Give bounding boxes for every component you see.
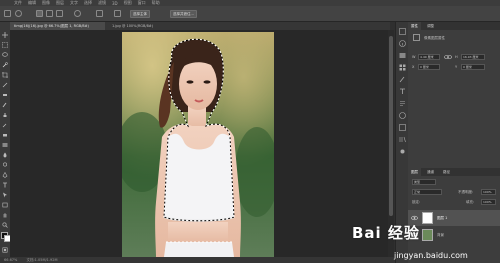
link-icon[interactable] — [444, 54, 452, 60]
enhance-edge-checkbox[interactable] — [114, 10, 121, 17]
fill-field[interactable]: 100% — [481, 199, 496, 205]
tab-paths[interactable]: 路径 — [440, 168, 453, 176]
eyedropper-tool-icon[interactable] — [2, 82, 8, 88]
h-label: H — [455, 55, 458, 59]
tab-properties[interactable]: 属性 — [408, 22, 421, 30]
paragraph-icon[interactable] — [399, 100, 406, 107]
zoom-level[interactable]: 66.67% — [4, 258, 17, 262]
properties-section-title: 像素图层属性 — [424, 36, 445, 40]
move-tool-icon[interactable] — [2, 32, 8, 38]
portrait-photo — [122, 32, 274, 257]
tab-label: 图层 — [411, 170, 418, 174]
x-label: X — [412, 65, 415, 69]
document-tab-inactive[interactable]: 1.jpg @ 100%(RGB/8#) — [108, 22, 178, 30]
lock-label: 锁定: — [412, 200, 421, 204]
brush-size-icon[interactable] — [74, 10, 81, 17]
select-and-mask-button[interactable]: 选择并遮住... — [170, 10, 197, 18]
menu-item[interactable]: 3D — [112, 1, 118, 6]
layer-thumbnail — [422, 229, 433, 241]
right-panel: 属性 调整 像素图层属性 W 4.40 厘米 H 16.93 厘米 X 0 厘米… — [408, 22, 500, 263]
document-tab-title: timg(16)(16).jpg @ 66.7%(图层 1, RGB/8#) — [14, 24, 89, 28]
fill-label: 填充: — [466, 200, 475, 204]
layer-row[interactable]: 背景 — [408, 227, 500, 243]
blur-tool-icon[interactable] — [2, 152, 8, 158]
properties-tabs: 属性 调整 — [408, 22, 500, 30]
layer-kind-filter[interactable]: 类型 — [412, 179, 436, 185]
quick-select-tool-icon[interactable] — [15, 10, 22, 17]
home-icon[interactable] — [4, 10, 11, 17]
sample-all-layers-checkbox[interactable] — [96, 10, 103, 17]
opacity-field[interactable]: 100% — [481, 189, 496, 195]
layer-row-selected[interactable]: 图层 1 — [408, 210, 500, 226]
type-tool-icon[interactable] — [2, 182, 8, 188]
baidu-watermark-logo: Bai 经验 — [352, 224, 420, 242]
lasso-tool-icon[interactable] — [2, 52, 8, 58]
scrollbar-thumb[interactable] — [389, 36, 393, 216]
tab-adjustments[interactable]: 调整 — [424, 22, 437, 30]
document-info: 文档:1.05M/1.92M — [26, 258, 58, 262]
crop-tool-icon[interactable] — [2, 72, 8, 78]
info-icon[interactable] — [399, 40, 406, 47]
gradient-tool-icon[interactable] — [2, 142, 8, 148]
quick-mask-icon[interactable] — [2, 247, 8, 253]
history-icon[interactable] — [399, 28, 406, 35]
height-field[interactable]: 16.93 厘米 — [461, 54, 485, 60]
character-icon[interactable] — [399, 88, 406, 95]
y-field[interactable]: 0 厘米 — [461, 64, 485, 70]
dodge-tool-icon[interactable] — [2, 162, 8, 168]
visibility-eye-icon[interactable] — [411, 215, 418, 221]
tab-label: 调整 — [427, 24, 434, 28]
layers-tabs: 图层 通道 路径 — [408, 168, 500, 176]
properties-icon[interactable] — [399, 148, 406, 155]
tab-layers[interactable]: 图层 — [408, 168, 421, 176]
brush-tool-icon[interactable] — [2, 102, 8, 108]
layer-name: 图层 1 — [437, 216, 448, 220]
pixel-layer-icon — [413, 34, 420, 41]
libraries-icon[interactable] — [399, 136, 406, 143]
opacity-label: 不透明度: — [458, 190, 474, 194]
subtract-from-selection-icon[interactable] — [56, 10, 63, 17]
select-subject-button[interactable]: 选择主体 — [130, 10, 150, 18]
y-label: Y — [455, 65, 458, 69]
new-selection-icon[interactable] — [36, 10, 43, 17]
pen-tool-icon[interactable] — [2, 172, 8, 178]
clone-stamp-tool-icon[interactable] — [2, 112, 8, 118]
options-bar: 选择主体 选择并遮住... — [0, 6, 500, 22]
status-bar: 66.67% 文档:1.05M/1.92M — [0, 257, 400, 263]
watermark-url: jingyan.baidu.com — [394, 251, 468, 260]
tab-label: 路径 — [443, 170, 450, 174]
photo-canvas[interactable] — [122, 32, 274, 257]
layer-thumbnail — [422, 212, 433, 224]
rectangle-tool-icon[interactable] — [2, 202, 8, 208]
path-selection-tool-icon[interactable] — [2, 192, 8, 198]
eraser-tool-icon[interactable] — [2, 132, 8, 138]
tab-label: 通道 — [427, 170, 434, 174]
width-field[interactable]: 4.40 厘米 — [418, 54, 440, 60]
hand-tool-icon[interactable] — [2, 212, 8, 218]
healing-brush-tool-icon[interactable] — [2, 92, 8, 98]
zoom-tool-icon[interactable] — [2, 222, 8, 228]
w-label: W — [412, 55, 416, 59]
document-tab-bar: timg(16)(16).jpg @ 66.7%(图层 1, RGB/8#) 1… — [10, 22, 390, 30]
document-tab-title: 1.jpg @ 100%(RGB/8#) — [112, 24, 154, 28]
layer-name: 背景 — [437, 233, 444, 237]
swatches-icon[interactable] — [399, 64, 406, 71]
color-icon[interactable] — [399, 52, 406, 59]
add-to-selection-icon[interactable] — [46, 10, 53, 17]
adjustments-icon[interactable] — [399, 112, 406, 119]
styles-icon[interactable] — [399, 124, 406, 131]
tab-label: 属性 — [411, 24, 418, 28]
history-brush-tool-icon[interactable] — [2, 122, 8, 128]
tab-channels[interactable]: 通道 — [424, 168, 437, 176]
document-tab-active[interactable]: timg(16)(16).jpg @ 66.7%(图层 1, RGB/8#) — [10, 22, 105, 30]
marquee-tool-icon[interactable] — [2, 42, 8, 48]
quick-selection-tool-icon[interactable] — [2, 62, 8, 68]
x-field[interactable]: 0 厘米 — [418, 64, 440, 70]
brush-settings-icon[interactable] — [399, 76, 406, 83]
blend-mode-select[interactable]: 正常 — [412, 189, 442, 195]
